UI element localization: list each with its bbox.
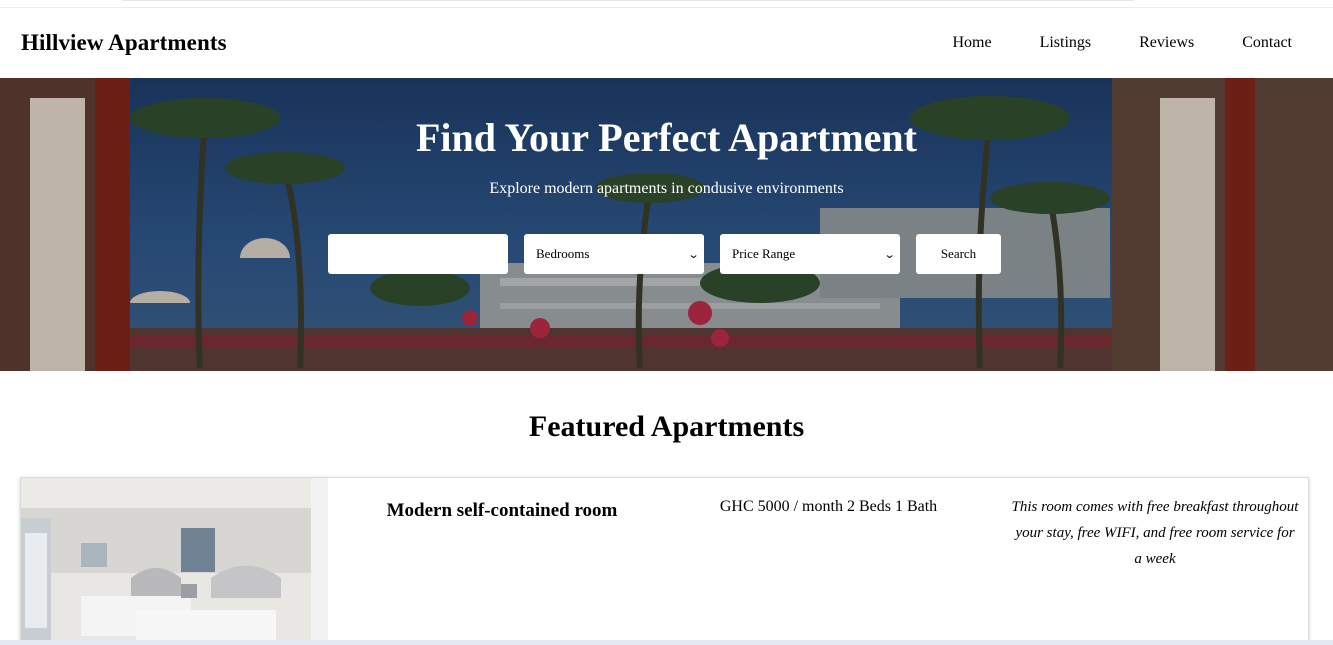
main-nav: Home Listings Reviews Contact [904,34,1292,52]
bottom-edge [0,640,1333,645]
price-range-select-value: Price Range [732,246,796,261]
brand-logo[interactable]: Hillview Apartments [21,30,227,56]
hero-section: Find Your Perfect Apartment Explore mode… [0,78,1333,371]
apartment-price-details: GHC 5000 / month 2 Beds 1 Bath [719,498,938,515]
nav-contact[interactable]: Contact [1242,34,1292,52]
browser-top-strip [0,0,1333,8]
bedrooms-select[interactable]: Bedrooms ⌄ [524,234,704,274]
chevron-down-icon: ⌄ [687,247,700,261]
apartment-description: This room comes with free breakfast thro… [1011,499,1299,567]
site-header: Hillview Apartments Home Listings Review… [0,8,1333,78]
chevron-down-icon: ⌄ [883,247,896,261]
nav-home[interactable]: Home [952,34,991,52]
nav-reviews[interactable]: Reviews [1139,34,1194,52]
apartment-photo [21,478,328,645]
hero-subtitle: Explore modern apartments in condusive e… [489,180,844,197]
featured-title: Featured Apartments [528,410,805,443]
apartment-name: Modern self-contained room [386,500,618,521]
apartment-card[interactable]: Modern self-contained room GHC 5000 / mo… [20,477,1309,645]
search-input[interactable] [328,234,508,274]
search-button[interactable]: Search [916,234,1001,274]
hero-title: Find Your Perfect Apartment [415,115,917,160]
price-range-select[interactable]: Price Range ⌄ [720,234,900,274]
bedrooms-select-value: Bedrooms [536,246,590,261]
nav-listings[interactable]: Listings [1040,34,1092,52]
search-form: Bedrooms ⌄ Price Range ⌄ Search [328,234,1001,274]
